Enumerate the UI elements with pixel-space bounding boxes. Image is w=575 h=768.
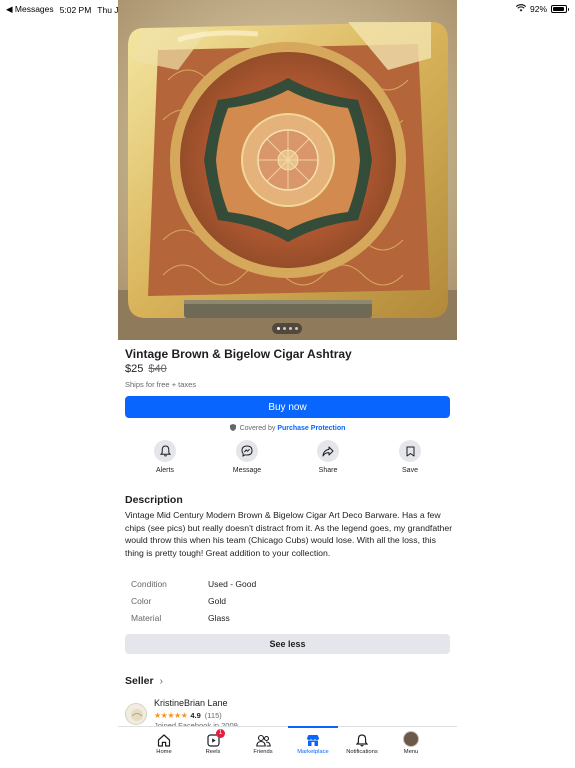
seller-profile[interactable]: KristineBrian Lane ★★★★★ 4.9 (115) Joine… xyxy=(125,696,450,726)
carousel-dot[interactable] xyxy=(294,327,298,330)
message-label: Message xyxy=(232,467,262,474)
carousel-dot[interactable] xyxy=(288,327,292,330)
save-label: Save xyxy=(402,467,418,474)
detail-key: Material xyxy=(131,613,162,623)
detail-row-color: Color Gold xyxy=(131,596,451,613)
back-to-messages-link[interactable]: ◀ Messages xyxy=(6,4,54,15)
original-price: $40 xyxy=(148,363,167,375)
listing-title: Vintage Brown & Bigelow Cigar Ashtray xyxy=(125,347,352,361)
detail-value: Gold xyxy=(208,596,226,606)
current-price: $25 xyxy=(125,363,144,375)
rating-value: 4.9 xyxy=(190,711,201,720)
message-button[interactable]: Message xyxy=(217,440,277,474)
share-button[interactable]: Share xyxy=(298,440,358,474)
see-less-button[interactable]: See less xyxy=(125,634,450,654)
detail-row-material: Material Glass xyxy=(131,613,451,630)
carousel-dot[interactable] xyxy=(282,327,286,330)
purchase-protection-link[interactable]: Purchase Protection xyxy=(277,425,345,432)
share-label: Share xyxy=(318,467,338,474)
share-icon xyxy=(317,440,339,462)
seller-rating: ★★★★★ 4.9 (115) xyxy=(154,711,222,720)
photo-carousel-dots[interactable] xyxy=(272,323,302,334)
seller-name: KristineBrian Lane xyxy=(154,698,228,708)
details-table: Condition Used - Good Color Gold Materia… xyxy=(131,579,451,630)
nav-marketplace-label: Marketplace xyxy=(297,749,329,755)
friends-icon xyxy=(238,727,288,747)
chevron-right-icon: › xyxy=(159,675,163,687)
seller-section-link[interactable]: Seller › xyxy=(125,675,163,687)
ashtray-photo xyxy=(118,0,457,340)
shipping-info: Ships for free + taxes xyxy=(125,380,197,389)
nav-friends[interactable]: Friends xyxy=(238,727,288,761)
detail-row-condition: Condition Used - Good xyxy=(131,579,451,596)
reels-icon xyxy=(188,727,238,747)
nav-notifications[interactable]: Notifications xyxy=(337,727,387,761)
marketplace-icon xyxy=(288,727,338,747)
seller-heading: Seller xyxy=(125,675,154,687)
detail-value: Glass xyxy=(208,613,230,623)
description-text: Vintage Mid Century Modern Brown & Bigel… xyxy=(125,510,453,558)
nav-marketplace[interactable]: Marketplace xyxy=(288,726,338,761)
nav-friends-label: Friends xyxy=(253,749,273,755)
alerts-button[interactable]: Alerts xyxy=(135,440,195,474)
alerts-label: Alerts xyxy=(156,467,174,474)
status-time: 5:02 PM xyxy=(59,4,92,15)
purchase-protection: Covered by Purchase Protection xyxy=(125,424,450,432)
bookmark-icon xyxy=(399,440,421,462)
nav-reels-label: Reels xyxy=(205,749,221,755)
home-icon xyxy=(139,727,189,747)
shield-icon xyxy=(229,424,236,431)
battery-icon xyxy=(551,5,569,13)
messenger-icon xyxy=(236,440,258,462)
detail-value: Used - Good xyxy=(208,579,257,589)
seller-avatar xyxy=(125,703,147,725)
price-row: $25 $40 xyxy=(125,363,167,375)
review-count: (115) xyxy=(204,711,222,720)
bell-icon xyxy=(337,727,387,747)
profile-avatar xyxy=(386,727,436,747)
rating-stars: ★★★★★ xyxy=(154,711,188,720)
buy-now-button[interactable]: Buy now xyxy=(125,396,450,418)
nav-reels[interactable]: 1 Reels xyxy=(188,727,238,761)
detail-key: Condition xyxy=(131,579,167,589)
nav-home[interactable]: Home xyxy=(139,727,189,761)
action-bar: Alerts Message Share Save xyxy=(125,440,450,480)
nav-notifications-label: Notifications xyxy=(346,749,378,755)
protection-prefix: Covered by xyxy=(239,425,276,432)
battery-percent: 92% xyxy=(529,4,547,14)
description-heading: Description xyxy=(125,494,183,506)
detail-key: Color xyxy=(131,596,152,606)
nav-menu-label: Menu xyxy=(403,749,419,755)
carousel-dot[interactable] xyxy=(276,327,280,330)
bottom-nav-bar: Home 1 Reels Friends Marketplace Notific… xyxy=(118,726,457,760)
reels-badge: 1 xyxy=(216,729,225,738)
bell-icon xyxy=(154,440,176,462)
nav-home-label: Home xyxy=(156,749,172,755)
wifi-icon xyxy=(515,4,527,14)
save-button[interactable]: Save xyxy=(380,440,440,474)
listing-photo[interactable] xyxy=(118,0,457,340)
nav-menu[interactable]: Menu xyxy=(386,727,436,761)
